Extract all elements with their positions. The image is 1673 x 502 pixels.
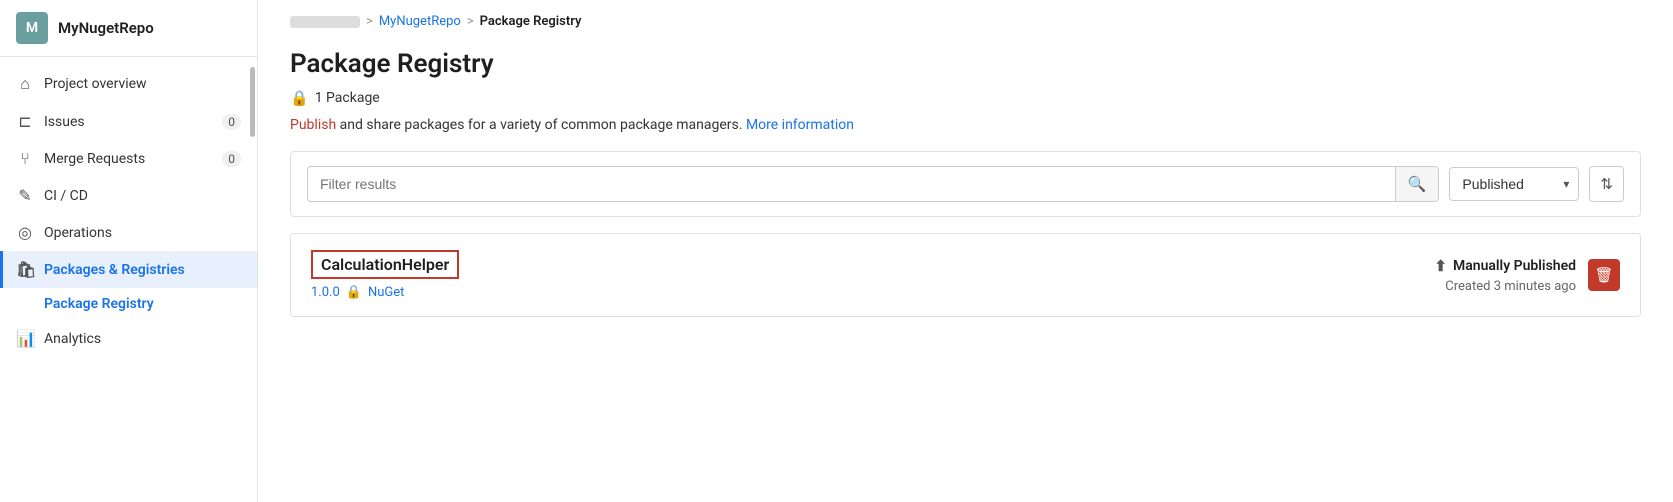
sidebar-item-packages-registries[interactable]: 🛍 Packages & Registries xyxy=(0,251,257,288)
packages-icon: 🛍 xyxy=(16,260,34,279)
merge-badge: 0 xyxy=(222,151,241,167)
published-label: ⬆ Manually Published xyxy=(1434,257,1576,275)
sidebar-item-label: Operations xyxy=(44,225,112,241)
sidebar-header: M MyNugetRepo xyxy=(0,0,257,57)
repo-title: MyNugetRepo xyxy=(58,19,154,37)
sidebar-item-label: CI / CD xyxy=(44,188,88,204)
search-button[interactable]: 🔍 xyxy=(1395,167,1439,201)
sidebar-nav: ⌂ Project overview ⊏ Issues 0 ⑂ Merge Re… xyxy=(0,57,257,502)
breadcrumb-sep2: > xyxy=(467,14,474,29)
package-version: 1.0.0 xyxy=(311,285,340,300)
scrollbar-thumb xyxy=(250,67,255,137)
breadcrumb-sep1: > xyxy=(366,14,373,29)
status-select[interactable]: Published All Hidden xyxy=(1449,167,1579,201)
sidebar-item-project-overview[interactable]: ⌂ Project overview xyxy=(0,65,257,103)
package-name[interactable]: CalculationHelper xyxy=(311,250,459,279)
package-meta: 1.0.0 🔒 NuGet xyxy=(311,285,1434,300)
operations-icon: ◎ xyxy=(16,223,34,242)
package-list: CalculationHelper 1.0.0 🔒 NuGet ⬆ Manual… xyxy=(290,233,1641,317)
sidebar-item-cicd[interactable]: ✎ CI / CD xyxy=(0,177,257,214)
package-count-label: 1 Package xyxy=(315,90,380,106)
table-row: CalculationHelper 1.0.0 🔒 NuGet ⬆ Manual… xyxy=(291,234,1640,316)
more-info-link[interactable]: More information xyxy=(746,117,854,133)
house-icon: ⌂ xyxy=(16,74,34,94)
sidebar-item-issues[interactable]: ⊏ Issues 0 xyxy=(0,103,257,140)
delete-button[interactable]: 🗑 xyxy=(1588,259,1620,291)
breadcrumb-org xyxy=(290,16,360,28)
sidebar-sub-item-package-registry[interactable]: Package Registry xyxy=(0,288,257,320)
filter-bar: 🔍 Published All Hidden ▾ ⇅ xyxy=(290,151,1641,217)
status-select-wrap: Published All Hidden ▾ xyxy=(1449,167,1579,201)
manually-published-text: Manually Published xyxy=(1453,258,1576,274)
breadcrumb-repo[interactable]: MyNugetRepo xyxy=(379,14,461,29)
package-type: NuGet xyxy=(368,285,404,300)
sidebar-item-label: Merge Requests xyxy=(44,151,145,167)
sidebar-item-operations[interactable]: ◎ Operations xyxy=(0,214,257,251)
package-info: CalculationHelper 1.0.0 🔒 NuGet xyxy=(311,250,1434,300)
page-content: Package Registry 🔒 1 Package Publish and… xyxy=(258,37,1673,349)
sidebar-item-label: Project overview xyxy=(44,76,147,92)
upload-icon: ⬆ xyxy=(1434,257,1447,275)
issues-badge: 0 xyxy=(222,114,241,130)
search-input[interactable] xyxy=(308,168,1395,200)
package-actions: ⬆ Manually Published Created 3 minutes a… xyxy=(1434,257,1576,294)
avatar: M xyxy=(16,12,48,44)
sidebar-item-analytics[interactable]: 📊 Analytics xyxy=(0,320,257,357)
trash-icon: 🗑 xyxy=(1594,266,1613,284)
info-text-rest: and share packages for a variety of comm… xyxy=(340,117,743,133)
sidebar: M MyNugetRepo ⌂ Project overview ⊏ Issue… xyxy=(0,0,258,502)
cicd-icon: ✎ xyxy=(16,186,34,205)
sidebar-item-label: Analytics xyxy=(44,331,101,347)
breadcrumb: > MyNugetRepo > Package Registry xyxy=(258,0,1673,37)
sidebar-item-label: Issues xyxy=(44,114,85,130)
sidebar-item-label: Packages & Registries xyxy=(44,262,185,278)
nuget-icon: 🔒 xyxy=(346,285,362,300)
sort-button[interactable]: ⇅ xyxy=(1589,166,1624,202)
info-text: Publish and share packages for a variety… xyxy=(290,117,1641,133)
analytics-icon: 📊 xyxy=(16,329,34,348)
sidebar-item-merge-requests[interactable]: ⑂ Merge Requests 0 xyxy=(0,140,257,177)
package-actions-row: ⬆ Manually Published Created 3 minutes a… xyxy=(1434,257,1620,294)
sort-icon: ⇅ xyxy=(1600,176,1613,193)
sidebar-sub-item-label: Package Registry xyxy=(44,296,154,312)
main-content: > MyNugetRepo > Package Registry Package… xyxy=(258,0,1673,502)
issues-icon: ⊏ xyxy=(16,112,34,131)
package-count: 🔒 1 Package xyxy=(290,89,1641,107)
publish-word: Publish xyxy=(290,117,336,133)
search-icon: 🔍 xyxy=(1408,176,1427,193)
breadcrumb-current: Package Registry xyxy=(480,14,582,29)
merge-icon: ⑂ xyxy=(16,149,34,168)
created-label: Created 3 minutes ago xyxy=(1445,279,1576,294)
search-input-wrap: 🔍 xyxy=(307,166,1439,202)
package-count-icon: 🔒 xyxy=(290,89,309,107)
page-title: Package Registry xyxy=(290,49,1641,79)
